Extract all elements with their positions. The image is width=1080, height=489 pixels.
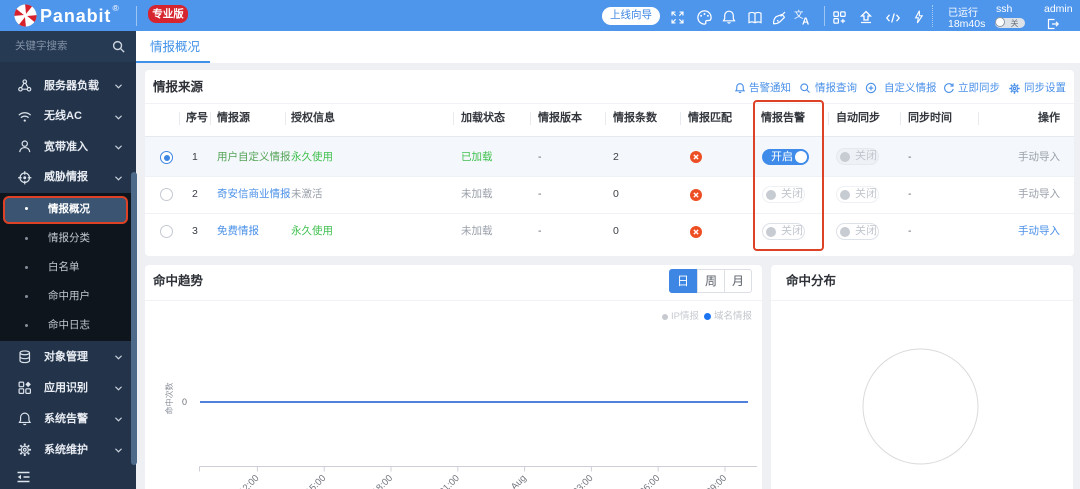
svg-text:21:00: 21:00 <box>437 473 462 489</box>
svg-text:06:00: 06:00 <box>638 473 663 489</box>
svg-text:12:00: 12:00 <box>237 473 262 489</box>
svg-text:09:00: 09:00 <box>705 473 730 489</box>
svg-text:A: A <box>802 17 809 27</box>
svg-text:Aug: Aug <box>509 473 529 489</box>
svg-text:15:00: 15:00 <box>304 473 329 489</box>
svg-text:18:00: 18:00 <box>371 473 396 489</box>
svg-text:03:00: 03:00 <box>571 473 596 489</box>
